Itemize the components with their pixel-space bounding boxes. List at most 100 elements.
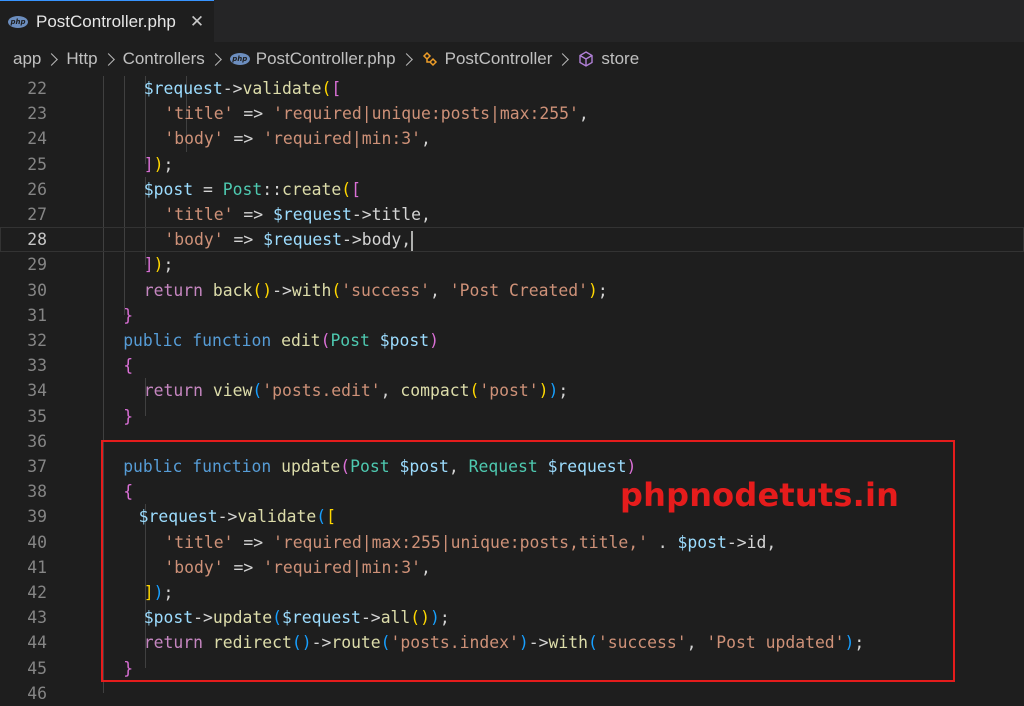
code-token: 'title' <box>164 104 234 124</box>
code-token: 'success' <box>341 280 431 300</box>
code-line[interactable]: 34 return view('posts.edit', compact('pos… <box>0 378 1024 403</box>
code-line[interactable]: 30 return back()->with('success', 'Post C… <box>0 278 1024 303</box>
code-token: () <box>252 280 273 300</box>
code-token: 'body' <box>164 230 224 250</box>
line-number: 33 <box>27 356 47 376</box>
code-line[interactable]: 28 'body' => $request->body, <box>0 227 1024 253</box>
code-token: ->body, <box>342 230 412 250</box>
code-token: ) <box>548 381 559 401</box>
code-token: ) <box>153 154 164 174</box>
breadcrumb-item-app[interactable]: app <box>13 49 41 69</box>
code-line[interactable]: 23 'title' => 'required|unique:posts|max:… <box>0 101 1024 126</box>
code-text: return view('posts.edit', compact('post'… <box>144 378 568 403</box>
line-number: 46 <box>27 683 47 703</box>
breadcrumb-item-method[interactable]: store <box>601 49 639 69</box>
php-file-icon: php <box>8 15 28 28</box>
line-number: 30 <box>27 280 47 300</box>
code-text: } <box>123 303 133 328</box>
php-file-icon: php <box>229 53 250 65</box>
breadcrumb-item-file[interactable]: PostController.php <box>256 49 396 69</box>
code-token: } <box>123 406 134 426</box>
code-token: ) <box>153 255 164 275</box>
code-token: ) <box>429 331 439 350</box>
line-number: 44 <box>27 633 47 653</box>
line-number: 40 <box>27 532 47 552</box>
code-text: return back()->with('success', 'Post Cre… <box>144 278 608 303</box>
code-line[interactable]: 22 $request->validate([ <box>0 76 1024 101</box>
code-token: ( <box>321 79 332 98</box>
code-token: ) <box>587 280 598 300</box>
line-number: 29 <box>27 255 47 275</box>
code-line[interactable]: 31} <box>0 303 1024 328</box>
class-symbol-icon <box>421 50 439 68</box>
code-token: ; <box>163 154 174 174</box>
code-token: ; <box>597 280 608 300</box>
code-token: view <box>212 381 253 401</box>
code-token: return <box>143 280 213 300</box>
tab-label: PostController.php <box>36 11 176 31</box>
code-token: ] <box>143 154 154 174</box>
code-token: [ <box>331 79 342 98</box>
code-line[interactable]: 29]); <box>0 252 1024 277</box>
chevron-right-icon <box>399 52 413 66</box>
code-token: function <box>192 331 282 350</box>
code-token: create <box>281 179 342 199</box>
tab-postcontroller[interactable]: php PostController.php ✕ <box>0 0 214 42</box>
code-token: , <box>430 280 450 300</box>
breadcrumb-item-controllers[interactable]: Controllers <box>123 49 205 69</box>
code-token: validate <box>242 79 322 98</box>
code-text: 'body' => 'required|min:3', <box>164 126 430 151</box>
code-token: -> <box>222 79 243 98</box>
breadcrumb-item-http[interactable]: Http <box>66 49 97 69</box>
code-token: back <box>212 280 253 300</box>
text-cursor <box>411 230 414 251</box>
line-number: 26 <box>27 179 47 199</box>
chevron-right-icon <box>45 52 59 66</box>
code-text: ]); <box>144 252 174 277</box>
line-number: 32 <box>27 331 47 350</box>
code-token: -> <box>272 280 292 300</box>
line-number: 38 <box>27 482 47 502</box>
code-token: $request <box>272 205 352 224</box>
code-token: 'required|min:3' <box>263 129 421 149</box>
code-token: with <box>291 280 332 300</box>
code-token: } <box>123 305 134 325</box>
line-number: 25 <box>27 154 47 174</box>
line-number: 28 <box>27 230 47 250</box>
code-token: public <box>123 331 193 350</box>
watermark: phpnodetuts.in <box>620 476 900 514</box>
breadcrumb-item-class[interactable]: PostController <box>445 49 553 69</box>
code-token: => <box>233 104 273 124</box>
code-token: 'Post Created' <box>449 280 588 300</box>
line-number: 43 <box>27 608 47 628</box>
code-line[interactable]: 27 'title' => $request->title, <box>0 202 1024 227</box>
code-line[interactable]: 46 <box>0 681 1024 706</box>
code-line[interactable]: 35} <box>0 404 1024 429</box>
code-line[interactable]: 26 $post = Post::create([ <box>0 177 1024 202</box>
code-token: ( <box>341 179 352 199</box>
code-token: return <box>143 381 213 401</box>
code-line[interactable]: 32 public function edit(Post $post) <box>0 328 1024 353</box>
code-token: => <box>233 205 273 224</box>
code-token: ) <box>538 381 549 401</box>
line-number: 27 <box>27 205 47 224</box>
code-token: edit <box>281 331 321 350</box>
code-token: Post <box>330 331 380 350</box>
code-text: { <box>123 353 133 378</box>
code-token: ( <box>469 381 480 401</box>
code-token: 'body' <box>164 129 224 149</box>
code-text: $request->validate([ <box>144 76 341 101</box>
code-line[interactable]: 25]); <box>0 152 1024 177</box>
code-token: 'post' <box>479 381 539 401</box>
breadcrumb: app Http Controllers php PostController.… <box>0 42 1024 76</box>
line-number: 37 <box>27 457 47 476</box>
code-token: 'title' <box>164 205 234 224</box>
code-line[interactable]: 33 { <box>0 353 1024 378</box>
line-number: 34 <box>27 381 47 401</box>
code-token: $post <box>143 179 194 199</box>
code-token: Post <box>222 179 263 199</box>
close-icon[interactable]: ✕ <box>190 12 204 32</box>
code-line[interactable]: 24 'body' => 'required|min:3', <box>0 126 1024 151</box>
code-token: ( <box>320 331 331 350</box>
code-token: => <box>223 129 264 149</box>
